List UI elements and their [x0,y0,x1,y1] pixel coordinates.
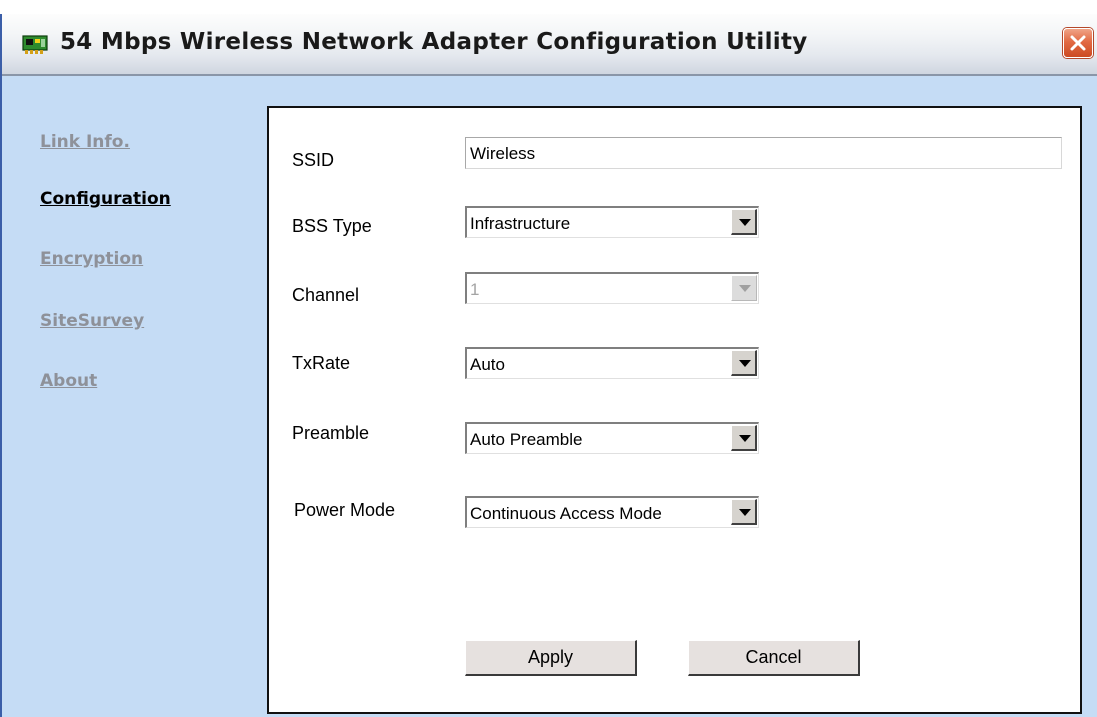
txrate-select[interactable]: Auto [465,347,759,379]
preamble-label: Preamble [292,423,370,443]
preamble-select[interactable]: Auto Preamble [465,422,759,454]
power-mode-select[interactable]: Continuous Access Mode [465,496,759,528]
preamble-dropdown-button[interactable] [731,425,757,451]
window-title: 54 Mbps Wireless Network Adapter Configu… [60,29,808,55]
chevron-down-icon [739,219,751,226]
ssid-input[interactable]: Wireless [465,137,1062,169]
bss-type-select[interactable]: Infrastructure [465,206,759,238]
bss-type-dropdown-button[interactable] [731,209,757,235]
title-bar[interactable]: 54 Mbps Wireless Network Adapter Configu… [2,14,1097,76]
app-window: 54 Mbps Wireless Network Adapter Configu… [0,14,1097,717]
nav-item-configuration[interactable]: Configuration [40,189,171,209]
txrate-value: Auto [470,355,505,374]
chevron-down-icon [739,360,751,367]
txrate-dropdown-button[interactable] [731,350,757,376]
preamble-value: Auto Preamble [470,430,583,449]
close-icon [1070,35,1086,51]
nav-item-link-info[interactable]: Link Info. [40,132,130,152]
network-adapter-icon [22,34,48,56]
power-mode-dropdown-button[interactable] [731,499,757,525]
nav-item-sitesurvey[interactable]: SiteSurvey [40,311,144,331]
channel-label: Channel [292,285,360,305]
chevron-down-icon [739,285,751,292]
nav-item-about[interactable]: About [40,371,97,391]
nav-item-encryption[interactable]: Encryption [40,249,143,269]
channel-value: 1 [470,280,480,299]
power-mode-value: Continuous Access Mode [470,504,662,523]
chevron-down-icon [739,509,751,516]
cancel-button[interactable]: Cancel [688,640,860,676]
configuration-panel: SSID Wireless BSS Type Infrastructure Ch… [267,106,1082,714]
chevron-down-icon [739,435,751,442]
close-button[interactable] [1063,28,1093,58]
channel-select: 1 [465,272,759,304]
ssid-label: SSID [292,150,335,170]
channel-dropdown-button [731,275,757,301]
txrate-label: TxRate [292,353,351,373]
bss-type-label: BSS Type [292,216,372,236]
bss-type-value: Infrastructure [470,214,571,233]
apply-button[interactable]: Apply [465,640,637,676]
ssid-value: Wireless [470,144,536,163]
power-mode-label: Power Mode [294,500,396,520]
